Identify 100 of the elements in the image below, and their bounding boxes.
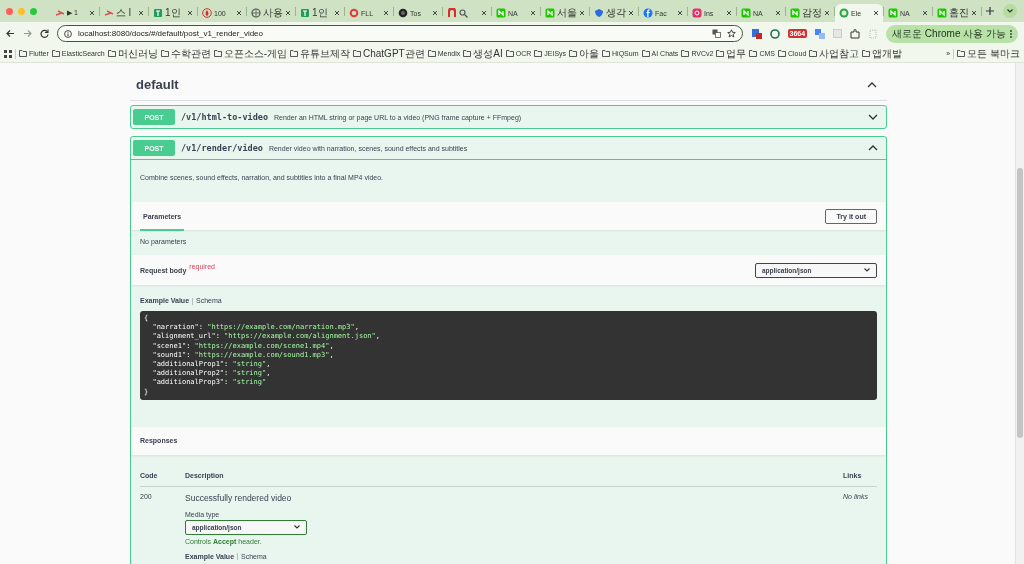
info-icon — [64, 29, 72, 38]
bookmark[interactable]: 모든 북마크 — [957, 46, 1020, 61]
close-icon[interactable] — [873, 10, 879, 16]
folder-icon — [427, 49, 436, 58]
facebook-icon — [643, 8, 653, 18]
globe-icon — [251, 8, 261, 18]
bookmark[interactable]: 아울 — [569, 46, 600, 61]
close-icon[interactable] — [285, 10, 291, 16]
chevron-up-icon[interactable] — [867, 81, 877, 88]
magnet-icon — [447, 8, 457, 18]
folder-icon — [160, 49, 169, 58]
endpoint-path: /v1/render/video — [181, 143, 263, 153]
bookmark[interactable]: 업무 — [716, 46, 747, 61]
tile-icon — [496, 8, 506, 18]
dark-circle-icon — [398, 8, 408, 18]
magnifier-icon — [459, 8, 468, 18]
sheet-icon — [300, 8, 310, 18]
chevron-down-icon — [868, 114, 878, 120]
close-icon[interactable] — [334, 10, 340, 16]
folder-icon — [107, 49, 116, 58]
bookmark[interactable]: 오픈소스-게임 — [213, 46, 287, 61]
tile-icon — [790, 8, 800, 18]
folder-icon — [957, 49, 966, 58]
tile-icon — [888, 8, 898, 18]
close-icon[interactable] — [530, 10, 536, 16]
close-icon[interactable] — [187, 10, 193, 16]
section-title: default — [136, 77, 179, 92]
tab-search-button[interactable] — [1003, 4, 1017, 18]
browser-tab[interactable]: 서울 — [541, 4, 589, 22]
browser-tab[interactable]: 사용 — [247, 4, 295, 22]
bookmark[interactable]: 머신러닝 — [107, 46, 158, 61]
new-tab-icon[interactable] — [986, 7, 994, 15]
folder-icon — [862, 49, 871, 58]
shield-icon — [594, 8, 604, 18]
close-icon[interactable] — [138, 10, 144, 16]
chevron-down-icon — [294, 525, 300, 530]
extension-icon[interactable] — [750, 28, 762, 39]
camera-icon — [692, 8, 702, 18]
folder-icon — [290, 49, 298, 58]
update-chrome-button[interactable]: 새로운 Chrome 사용 가능 — [886, 24, 1018, 43]
folder-icon — [602, 49, 611, 58]
folder-icon — [778, 49, 786, 58]
close-icon[interactable] — [922, 10, 928, 16]
close-icon[interactable] — [775, 10, 781, 16]
link-icon — [55, 8, 65, 18]
bookmark[interactable]: 유튜브제작 — [290, 46, 350, 61]
close-icon[interactable] — [89, 10, 95, 16]
close-icon[interactable] — [726, 10, 732, 16]
tile-icon — [545, 8, 555, 18]
folder-icon — [51, 49, 60, 58]
folder-icon — [353, 49, 361, 58]
tile-icon — [937, 8, 947, 18]
browser-tab[interactable]: 1인 — [296, 4, 344, 22]
tile-icon — [741, 8, 751, 18]
bookmark[interactable]: 사업참고 — [809, 46, 860, 61]
folder-icon — [809, 49, 818, 58]
folder-icon — [534, 49, 543, 58]
folder-icon — [641, 49, 650, 58]
folder-icon — [213, 49, 222, 58]
browser-tab[interactable]: 홈진 — [933, 4, 981, 22]
chevron-down-icon — [864, 268, 870, 272]
folder-icon — [749, 49, 758, 58]
close-icon[interactable] — [579, 10, 585, 16]
chevron-down-icon — [1007, 9, 1013, 13]
folder-icon — [681, 49, 690, 58]
browser-tab[interactable]: 생각 — [590, 4, 638, 22]
apps-icon[interactable] — [4, 49, 12, 58]
bookmark[interactable]: 수학관련 — [160, 46, 211, 61]
browser-tab[interactable]: 스 l — [100, 4, 148, 22]
close-icon[interactable] — [824, 10, 830, 16]
bookmark[interactable]: 생성AI — [463, 46, 503, 61]
close-icon[interactable] — [628, 10, 634, 16]
link-icon — [104, 8, 114, 18]
response-description: Successfully rendered video — [185, 492, 293, 504]
close-icon[interactable] — [971, 10, 977, 16]
back-icon[interactable] — [6, 29, 15, 38]
close-icon[interactable] — [481, 10, 487, 16]
endpoint-path: /v1/html-to-video — [181, 112, 268, 122]
close-icon[interactable] — [677, 10, 683, 16]
browser-tab[interactable]: 감정 — [786, 4, 834, 22]
sheet-icon — [153, 8, 163, 18]
address-bar[interactable]: localhost:8080/docs/#/default/post_v1_render_video — [57, 25, 743, 42]
translate-icon[interactable] — [815, 28, 826, 39]
close-icon[interactable] — [383, 10, 389, 16]
ring-icon — [349, 8, 359, 18]
round-icon — [839, 8, 849, 18]
folder-icon — [463, 49, 472, 58]
star-icon[interactable] — [726, 29, 736, 38]
folder-icon — [569, 49, 578, 58]
folder-icon — [505, 49, 514, 58]
folder-icon — [19, 49, 27, 58]
bookmark[interactable]: 앱개발 — [862, 46, 903, 61]
close-icon[interactable] — [236, 10, 242, 16]
close-icon[interactable] — [432, 10, 438, 16]
bookmark[interactable]: ChatGPT관련 — [353, 46, 425, 61]
translate-icon[interactable] — [711, 29, 721, 38]
browser-tab[interactable]: 1인 — [149, 4, 197, 22]
scrollbar[interactable] — [1015, 63, 1024, 564]
forward-icon[interactable] — [23, 29, 32, 38]
reload-icon[interactable] — [40, 29, 49, 38]
